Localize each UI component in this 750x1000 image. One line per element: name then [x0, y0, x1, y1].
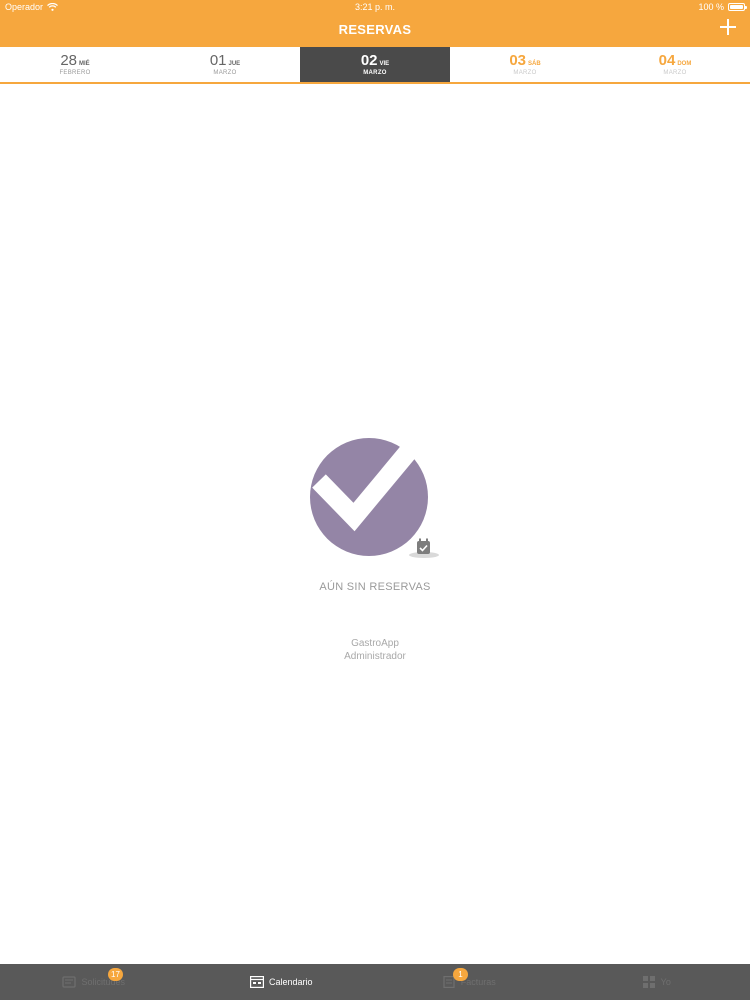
tab-solicitudes[interactable]: 17 Solicitudes: [0, 964, 188, 1000]
empty-state: AÚN SIN RESERVAS GastroApp Administrador: [0, 437, 750, 663]
date-weekday: JUE: [228, 61, 241, 67]
empty-title: AÚN SIN RESERVAS: [319, 581, 431, 593]
battery: 100 %: [698, 0, 747, 14]
date-cell[interactable]: 03 SÁB MARZO: [450, 47, 600, 82]
date-cell[interactable]: 04 DOM MARZO: [600, 47, 750, 82]
app-name: GastroApp: [351, 638, 399, 649]
header: Operador 3:21 p. m. 100 % RESERVAS: [0, 0, 750, 47]
battery-icon: [728, 3, 747, 11]
empty-illustration: [309, 437, 441, 559]
tab-label: Calendario: [268, 977, 313, 987]
date-month: MARZO: [213, 70, 237, 76]
page-title: RESERVAS: [338, 22, 412, 37]
date-day: 28: [60, 52, 77, 69]
date-weekday: VIE: [379, 61, 390, 67]
clock: 3:21 p. m.: [354, 2, 396, 12]
tab-calendario[interactable]: Calendario: [188, 964, 376, 1000]
tab-badge: 1: [453, 968, 468, 981]
date-day: 01: [209, 52, 227, 69]
calendar-badge-icon: [409, 538, 439, 558]
date-weekday: MIÉ: [79, 61, 90, 67]
app-role: Administrador: [344, 651, 406, 662]
tab-label: Yo: [660, 977, 671, 987]
screen: Operador 3:21 p. m. 100 % RESERVAS 28 MIÉ: [0, 0, 750, 1000]
date-month: MARZO: [513, 70, 537, 76]
date-weekday: SÁB: [528, 61, 541, 67]
date-month: FEBRERO: [59, 70, 91, 76]
status-bar: Operador 3:21 p. m. 100 %: [0, 0, 750, 14]
date-cell[interactable]: 01 JUE MARZO: [150, 47, 300, 82]
tab-facturas[interactable]: 1 Facturas: [375, 964, 563, 1000]
requests-icon: [62, 976, 77, 988]
date-month: MARZO: [663, 70, 687, 76]
date-cell-selected[interactable]: 02 VIE MARZO: [300, 47, 450, 82]
tab-badge: 17: [108, 968, 123, 981]
add-reservation-button[interactable]: [720, 19, 736, 35]
tab-bar: 17 Solicitudes Calendario 1 Facturas Yo: [0, 964, 750, 1000]
date-month: MARZO: [363, 70, 387, 76]
date-day: 04: [658, 52, 676, 69]
date-day: 02: [360, 52, 378, 69]
date-strip: 28 MIÉ FEBRERO 01 JUE MARZO 02 VIE MARZO 03…: [0, 47, 750, 84]
battery-label: 100 %: [698, 2, 724, 12]
date-day: 03: [509, 52, 526, 69]
tab-yo[interactable]: Yo: [563, 964, 750, 1000]
date-cell[interactable]: 28 MIÉ FEBRERO: [0, 47, 150, 82]
date-weekday: DOM: [677, 61, 692, 67]
grid-icon: [642, 976, 656, 988]
battery-fill: [730, 5, 743, 9]
calendar-icon: [249, 976, 264, 988]
